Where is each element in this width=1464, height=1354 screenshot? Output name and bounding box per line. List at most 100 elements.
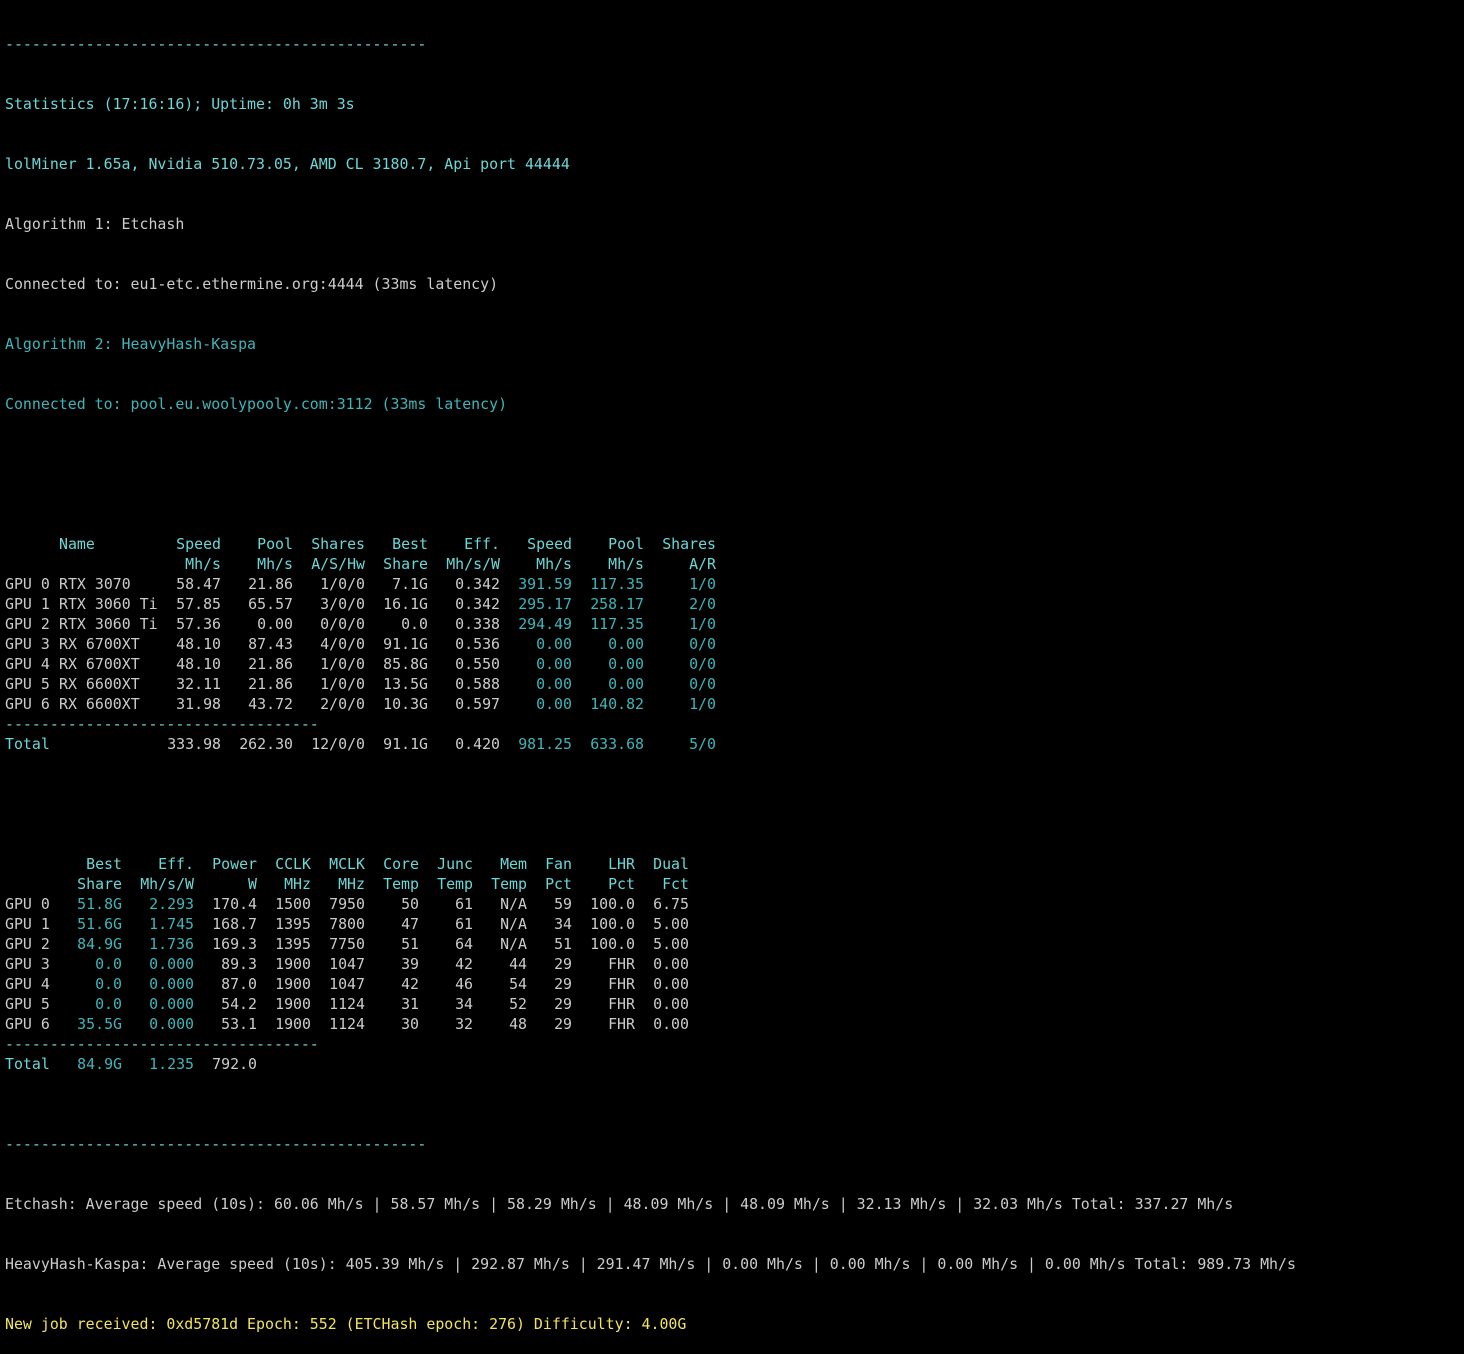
total-cell: 0.420 [455,735,500,753]
table-cell: 6.75 [653,895,689,913]
table-row: GPU 6 35.5G 0.000 53.1 1900 1124 30 32 48 29 FHR 0.… [5,1014,1296,1034]
table-row: GPU 1 RTX 3060 Ti 57.85 65.57 3/0/0 16.1G 0.34… [5,594,1296,614]
total-cell: 633.68 [590,735,644,753]
column-unit: Mh/s [185,555,221,573]
table-cell: 16.1G [383,595,428,613]
terminal-output: ----------------------------------- -----… [5,0,1296,1354]
total-label: Total [5,735,50,753]
gpu-id: GPU 0 [5,575,50,593]
table-cell: 0.0 [401,615,428,633]
table-cell: 84.9G [77,935,122,953]
column-unit: A/R [689,555,716,573]
connection-2-line: Connected to: pool.eu.woolypooly.com:311… [5,395,508,413]
column-unit: Fct [662,875,689,893]
column-header: Best [86,855,122,873]
table-row: GPU 2 84.9G 1.736 169.3 1395 7750 51 64 N/A 51 100… [5,934,1296,954]
gpu-id: GPU 5 [5,675,50,693]
table-cell: 21.86 [248,655,293,673]
table-cell: 0.342 [455,575,500,593]
table-cell: 0.00 [257,615,293,633]
table-cell: 5.00 [653,935,689,953]
table-row: GPU 6 RX 6600XT 31.98 43.72 2/0/0 10.3G 0.597 0… [5,694,1296,714]
table-cell: 7.1G [392,575,428,593]
table-cell: 0.00 [653,1015,689,1033]
table-cell: 48.10 [176,635,221,653]
table-cell: 31.98 [176,695,221,713]
table-row: GPU 3 0.0 0.000 89.3 1900 1047 39 42 44 29 FHR 0.00 [5,954,1296,974]
table-cell: 0.00 [653,995,689,1013]
table-cell: 295.17 [518,595,572,613]
separator-text: ----------------------------------- [5,715,319,733]
connection-1-line: Connected to: eu1-etc.ethermine.org:4444… [5,275,499,293]
column-unit: Mh/s/W [446,555,500,573]
column-header: Dual [653,855,689,873]
sensor-total-row: Total 84.9G 1.235 792.0 [5,1054,1296,1074]
table-cell: 0/0 [689,655,716,673]
table-cell: 391.59 [518,575,572,593]
gpu-id: GPU 3 [5,635,50,653]
table-cell: 0.550 [455,655,500,673]
column-header: Pool [257,535,293,553]
column-header: Speed [527,535,572,553]
total-cell: 792.0 [212,1055,257,1073]
total-cell: 5/0 [689,735,716,753]
gpu-id: GPU 1 [5,595,50,613]
table-cell: 0.00 [608,635,644,653]
table-row: GPU 4 RX 6700XT 48.10 21.86 1/0/0 85.8G 0.550 0… [5,654,1296,674]
sensor-table-header-1: Best Eff. Power CCLK MCLK Core Junc Mem Fan LHR Du… [5,854,1296,874]
table-cell: 140.82 [590,695,644,713]
table-cell: 65.57 [248,595,293,613]
statistics-line: Statistics (17:16:16); Uptime: 0h 3m 3s [5,95,355,113]
table-row: GPU 0 RTX 3070 58.47 21.86 1/0/0 7.1G 0.342 391… [5,574,1296,594]
table-cell: 0.00 [608,675,644,693]
table-cell: 1/0 [689,575,716,593]
table-row: GPU 5 0.0 0.000 54.2 1900 1124 31 34 52 29 FHR 0.00 [5,994,1296,1014]
table-cell: 43.72 [248,695,293,713]
table-cell: 87.43 [248,635,293,653]
table-cell: 0.0 [95,995,122,1013]
table-cell: 21.86 [248,575,293,593]
table-separator: ----------------------------------- [5,714,1296,734]
sensor-table-header-2: Share Mh/s/W W MHz MHz Temp Temp Temp Pct Pct Fct [5,874,1296,894]
column-unit: Share [77,875,122,893]
total-cell: 84.9G [77,1055,122,1073]
table-cell: 0.00 [608,655,644,673]
table-cell: 1/0 [689,695,716,713]
table-cell: 0.597 [455,695,500,713]
table-cell: 35.5G [77,1015,122,1033]
column-unit: Mh/s [257,555,293,573]
column-header: Shares [662,535,716,553]
table-cell: 10.3G [383,695,428,713]
table-cell: 0.00 [653,975,689,993]
gpu-sensor-table: Best Eff. Power CCLK MCLK Core Junc Mem Fan LHR Du… [5,854,1296,1074]
column-header: Best [392,535,428,553]
table-cell: 91.1G [383,635,428,653]
table-cell: 117.35 [590,575,644,593]
total-cell: 333.98 [167,735,221,753]
table-cell: 5.00 [653,915,689,933]
hashrate-table-header-1: Name Speed Pool Shares Best Eff. Speed Pool Shar… [5,534,1296,554]
table-cell: 1/0 [689,615,716,633]
separator-text: ----------------------------------- [5,1035,319,1053]
table-cell: 117.35 [590,615,644,633]
table-cell: 0.00 [536,695,572,713]
gpu-id: GPU 6 [5,695,50,713]
table-separator: ----------------------------------- [5,1034,1296,1054]
etchash-average-line: Etchash: Average speed (10s): 60.06 Mh/s… [5,1195,1234,1213]
table-cell: 58.47 [176,575,221,593]
table-cell: 258.17 [590,595,644,613]
new-job-line: New job received: 0xd5781d Epoch: 552 (E… [5,1315,687,1333]
separator-top: ----------------------------------------… [5,35,427,53]
total-cell: 91.1G [383,735,428,753]
algorithm-1-line: Algorithm 1: Etchash [5,215,185,233]
table-cell: 32.11 [176,675,221,693]
gpu-id: GPU 4 [5,655,50,673]
table-row: GPU 4 0.0 0.000 87.0 1900 1047 42 46 54 29 FHR 0.00 [5,974,1296,994]
total-cell: 981.25 [518,735,572,753]
table-cell: 48.10 [176,655,221,673]
heavyhash-average-line: HeavyHash-Kaspa: Average speed (10s): 40… [5,1255,1296,1273]
table-cell: 0.588 [455,675,500,693]
gpu-id: GPU 2 [5,615,50,633]
column-unit: Mh/s [536,555,572,573]
